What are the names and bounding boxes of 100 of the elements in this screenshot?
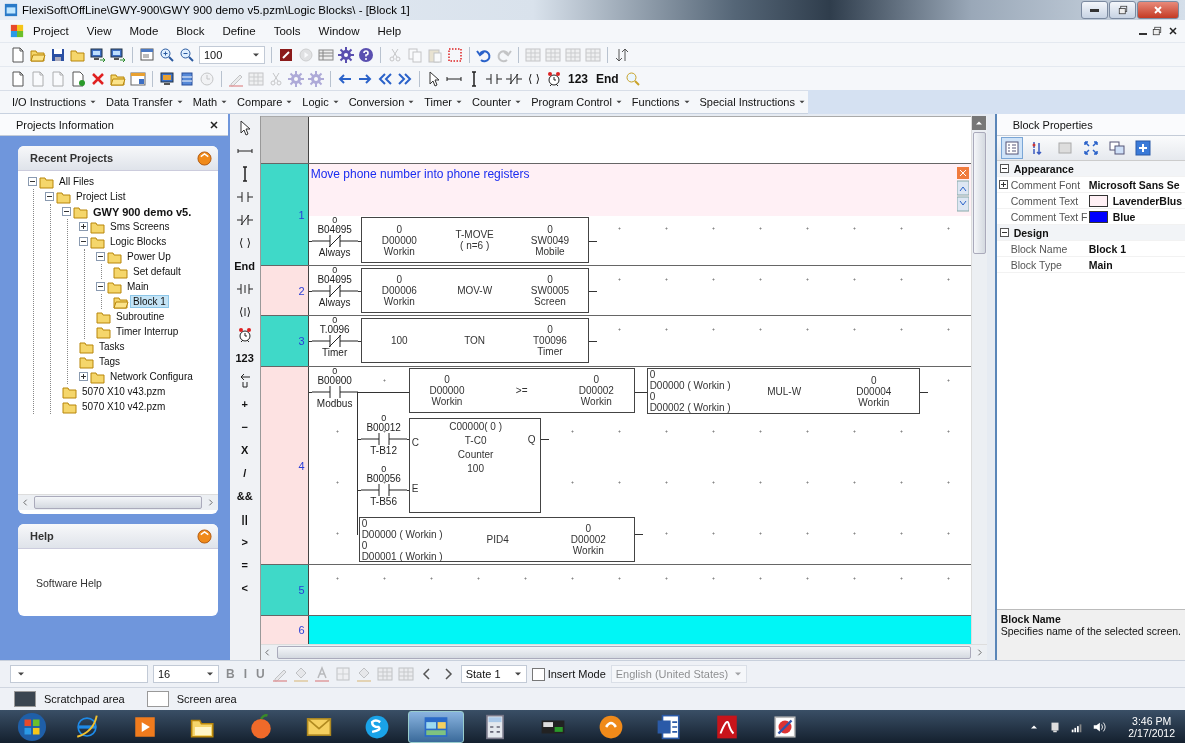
menu-button[interactable]: Conversion <box>344 96 421 108</box>
tree-item[interactable]: Timer Interrup <box>114 326 181 337</box>
tool-button[interactable]: || <box>241 511 248 527</box>
dropdown-field[interactable] <box>10 665 148 683</box>
scrollbar[interactable] <box>18 494 218 510</box>
help-icon[interactable] <box>358 46 374 63</box>
settings-icon[interactable] <box>338 46 354 63</box>
tool-button[interactable]: 123 <box>566 71 591 86</box>
menu-button[interactable]: Counter <box>468 96 528 108</box>
instruction-block[interactable]: 0 D00000 Workin >= 0 D00002 Workin <box>408 368 635 413</box>
scroll-thumb[interactable] <box>972 132 986 254</box>
closed-contact-symbol[interactable] <box>311 335 358 347</box>
tool-button[interactable]: End <box>594 71 621 86</box>
tool-button[interactable]: + <box>241 396 248 412</box>
collapse-toggle[interactable] <box>62 207 71 216</box>
zoom-in-icon[interactable] <box>159 46 175 63</box>
open-contact-symbol[interactable] <box>311 386 358 398</box>
restore-button[interactable] <box>1109 1 1136 19</box>
scroll-controls-icon[interactable] <box>956 167 969 213</box>
contact-icon[interactable] <box>236 189 253 205</box>
restore-icon[interactable] <box>1151 25 1163 37</box>
dropdown-field[interactable]: 100 <box>199 45 265 64</box>
tree-item[interactable]: All Files <box>57 176 96 187</box>
menu-item[interactable]: Tools <box>264 25 310 37</box>
open-contact-symbol[interactable] <box>360 433 407 445</box>
tool-button[interactable]: − <box>241 419 248 435</box>
menu-item[interactable]: Project <box>24 25 78 37</box>
open-contact-symbol[interactable] <box>360 484 407 496</box>
closed-contact-icon[interactable] <box>236 212 253 228</box>
expand-toggle[interactable] <box>999 180 1009 189</box>
monitor-arrow-icon[interactable] <box>110 46 126 63</box>
toolbar-button[interactable] <box>1000 137 1023 159</box>
menu-button[interactable]: Functions <box>627 96 696 108</box>
instruction-block[interactable]: 0 D00006 Workin MOV-W 0 SW0005 Screen <box>360 268 589 313</box>
checkbox[interactable]: Insert Mode <box>531 667 606 681</box>
rung-number[interactable]: 1 <box>260 164 309 265</box>
property-value[interactable]: Microsoft Sans Se <box>1088 178 1180 191</box>
document-icon[interactable] <box>70 70 86 87</box>
delete-icon[interactable] <box>90 70 106 87</box>
tree-item[interactable]: GWY 900 demo v5. <box>91 205 194 218</box>
pointer-icon[interactable] <box>426 70 442 87</box>
rung-number[interactable]: 2 <box>260 266 309 315</box>
collapse-toggle[interactable] <box>79 237 88 246</box>
property-value[interactable]: Main <box>1088 258 1113 271</box>
instruction-block[interactable]: 0 D00000 Workin T-MOVE ( n=6 ) 0 SW0049 Mobile <box>360 217 589 263</box>
tree-item[interactable]: Tags <box>97 356 123 367</box>
menu-item[interactable]: Window <box>309 25 369 37</box>
menu-button[interactable]: Program Control <box>527 96 628 108</box>
scrollbar[interactable] <box>970 116 987 644</box>
tool-button[interactable]: > <box>241 534 248 550</box>
database-icon[interactable] <box>179 70 195 87</box>
collapse-toggle[interactable] <box>999 228 1009 237</box>
tool-button[interactable]: = <box>241 557 248 573</box>
document-icon[interactable] <box>10 46 26 63</box>
toolbar-button[interactable] <box>1132 138 1153 158</box>
instruction-block[interactable]: 100 TON 0 T00096 Timer <box>360 318 589 363</box>
collapse-icon[interactable] <box>196 150 212 166</box>
tool-button[interactable]: End <box>234 258 256 274</box>
collapse-toggle[interactable] <box>45 192 54 201</box>
window-icon[interactable] <box>130 70 146 87</box>
tree-item[interactable]: Sms Screens <box>108 221 172 232</box>
scroll-thumb[interactable] <box>34 496 202 509</box>
tree-item[interactable]: Set default <box>131 266 183 277</box>
dropdown-field[interactable]: State 1 <box>460 665 527 683</box>
tree-item[interactable]: Block 1 <box>131 296 168 307</box>
tree-item[interactable]: Project List <box>74 191 128 202</box>
property-value[interactable]: Blue <box>1112 210 1136 223</box>
rung-number[interactable]: 5 <box>260 565 309 615</box>
expand-toggle[interactable] <box>79 222 88 231</box>
tree-item[interactable]: Main <box>125 281 151 292</box>
dropdown-field[interactable]: 16 <box>153 665 219 683</box>
menu-item[interactable]: View <box>77 25 121 37</box>
rung-area[interactable]: Move phone number into phone registers 0 B04095 Always 0 D00000 Workin T-MOVE ( n=6 ) 0 SW0049 Mobile <box>308 164 971 265</box>
function-block[interactable]: C E C00000( 0 ) T-C0 Counter 100 Q <box>408 418 541 513</box>
instruction-block[interactable]: 0 D00000 ( Workin ) 0 D00002 ( Workin ) MUL-W 0 D00004 Workin <box>646 368 920 414</box>
closed-contact-symbol[interactable] <box>311 235 358 247</box>
collapse-toggle[interactable] <box>999 164 1009 173</box>
menu-button[interactable]: Timer <box>420 96 468 108</box>
tool-button[interactable]: 123 <box>235 350 254 366</box>
tool-button[interactable]: / <box>243 465 247 481</box>
tree-item[interactable]: Network Configura <box>108 371 195 382</box>
tree-item[interactable]: Logic Blocks <box>108 236 169 247</box>
alarm-clock-icon[interactable] <box>236 327 253 343</box>
menu-item[interactable]: Define <box>213 25 265 37</box>
tree-item[interactable]: Power Up <box>125 251 173 262</box>
collapse-toggle[interactable] <box>28 177 37 186</box>
tree-item[interactable]: 5070 X10 v42.pzm <box>80 401 168 412</box>
double-left-icon[interactable] <box>377 70 393 87</box>
dotted-square-icon[interactable] <box>447 46 463 63</box>
document-icon[interactable] <box>10 70 26 87</box>
computer-icon[interactable] <box>159 70 175 87</box>
tree-item[interactable]: Subroutine <box>114 311 167 322</box>
stop-icon[interactable] <box>278 46 294 63</box>
alarm-clock-icon[interactable] <box>546 70 562 87</box>
scroll-thumb[interactable] <box>276 646 971 659</box>
tool-button[interactable]: X <box>241 442 249 458</box>
double-right-icon[interactable] <box>397 70 413 87</box>
zoom-out-icon[interactable] <box>179 46 195 63</box>
tool-button[interactable]: < <box>241 580 248 596</box>
property-value[interactable]: LavenderBlus <box>1112 194 1183 207</box>
